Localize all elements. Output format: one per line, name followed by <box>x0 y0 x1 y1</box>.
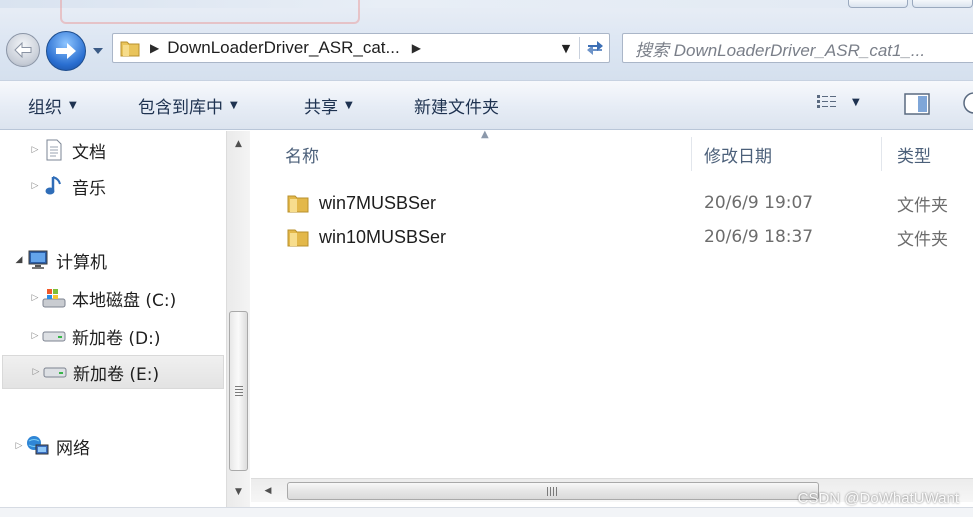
watermark: CSDN @DoWhatUWant <box>797 490 959 507</box>
folder-icon <box>287 229 309 247</box>
refresh-icon <box>587 41 603 55</box>
back-button[interactable] <box>6 33 40 67</box>
network-icon <box>26 435 50 457</box>
tree-item-documents[interactable]: ▷ 文档 <box>28 133 106 167</box>
view-options-button[interactable]: ▼ <box>816 93 860 111</box>
tree-label: 新加卷 (E:) <box>73 364 160 385</box>
new-folder-button[interactable]: 新建文件夹 <box>414 81 499 129</box>
organize-menu[interactable]: 组织 ▼ <box>28 81 77 129</box>
grip-icon <box>235 386 243 396</box>
share-label: 共享 <box>304 97 338 118</box>
column-header-modified[interactable]: 修改日期 <box>704 141 772 167</box>
breadcrumb-path[interactable]: DownLoaderDriver_ASR_cat... <box>167 38 399 58</box>
scroll-down-icon[interactable]: ▼ <box>227 481 250 503</box>
view-options-icon <box>817 95 836 108</box>
expand-arrow-icon[interactable]: ▷ <box>28 293 42 303</box>
tree-item-music[interactable]: ▷ 音乐 <box>28 169 106 203</box>
address-divider <box>579 37 580 59</box>
preview-pane-icon <box>904 93 930 115</box>
table-row[interactable]: win7MUSBSer 20/6/9 19:07 文件夹 <box>251 187 973 219</box>
address-box[interactable]: ▶ DownLoaderDriver_ASR_cat... ▶ ▼ <box>112 33 610 63</box>
file-name: win7MUSBSer <box>319 192 437 213</box>
system-drive-icon <box>42 287 66 309</box>
recent-pages-dropdown[interactable] <box>92 46 104 56</box>
tree-label: 网络 <box>56 438 90 459</box>
column-divider[interactable] <box>881 137 882 171</box>
search-placeholder: 搜索 DownLoaderDriver_ASR_cat1_... <box>635 40 926 60</box>
document-icon <box>42 139 66 161</box>
folder-icon <box>287 195 309 213</box>
help-button[interactable] <box>962 91 973 115</box>
help-icon <box>963 92 973 114</box>
maximize-button[interactable] <box>912 0 973 8</box>
nav-pane-scrollbar[interactable]: ▲ ▼ <box>226 131 250 507</box>
chevron-down-icon: ▼ <box>69 99 77 111</box>
tree-item-drive-e[interactable]: ▷ 新加卷 (E:) <box>2 355 224 389</box>
address-history-dropdown[interactable]: ▼ <box>551 34 581 62</box>
tree-label: 计算机 <box>56 252 107 273</box>
file-type: 文件夹 <box>897 229 948 250</box>
tree-item-drive-c[interactable]: ▷ 本地磁盘 (C:) <box>28 281 176 315</box>
file-name: win10MUSBSer <box>319 226 447 247</box>
column-header-type[interactable]: 类型 <box>897 141 931 167</box>
organize-label: 组织 <box>28 97 62 118</box>
file-modified: 20/6/9 18:37 <box>704 227 814 247</box>
new-folder-label: 新建文件夹 <box>414 97 499 118</box>
column-divider[interactable] <box>691 137 692 171</box>
expand-arrow-icon[interactable]: ▷ <box>28 181 42 191</box>
collapse-arrow-icon[interactable]: ◢ <box>12 255 26 265</box>
back-arrow-icon <box>14 42 32 58</box>
navigation-pane: ▷ 文档 ▷ 音乐 ◢ 计算机 ▷ 本地磁盘 (C:) ▷ 新加卷 (D:) ▷ <box>0 131 250 507</box>
preview-pane-button[interactable] <box>904 93 930 115</box>
chevron-down-icon: ▼ <box>345 99 353 111</box>
refresh-button[interactable] <box>581 34 609 62</box>
file-name-cell: win7MUSBSer <box>251 187 436 219</box>
expand-arrow-icon[interactable]: ▷ <box>28 145 42 155</box>
expand-arrow-icon[interactable]: ▷ <box>12 441 26 451</box>
address-bar-region: ▶ DownLoaderDriver_ASR_cat... ▶ ▼ 搜索 Dow… <box>0 0 973 80</box>
drive-icon <box>43 361 67 383</box>
tree-label: 文档 <box>72 142 106 163</box>
drive-icon <box>42 325 66 347</box>
command-bar: 组织 ▼ 包含到库中 ▼ 共享 ▼ 新建文件夹 ▼ <box>0 80 973 130</box>
tree-label: 音乐 <box>72 178 106 199</box>
window-bottom-edge <box>0 507 973 517</box>
breadcrumb-separator-icon[interactable]: ▶ <box>150 41 159 55</box>
minimize-button[interactable] <box>848 0 908 8</box>
folder-icon <box>120 41 140 57</box>
sort-ascending-icon: ▲ <box>481 129 489 140</box>
share-menu[interactable]: 共享 ▼ <box>304 81 353 129</box>
column-header-name[interactable]: 名称 <box>285 141 319 167</box>
file-list: ▲ 名称 修改日期 类型 win7MUSBSer 20/6/9 19:07 文件… <box>251 129 973 507</box>
chevron-down-icon: ▼ <box>852 96 860 108</box>
scrollbar-thumb[interactable] <box>287 482 819 500</box>
file-name-cell: win10MUSBSer <box>251 221 446 253</box>
table-row[interactable]: win10MUSBSer 20/6/9 18:37 文件夹 <box>251 221 973 253</box>
computer-icon <box>26 249 50 271</box>
expand-arrow-icon[interactable]: ▷ <box>28 331 42 341</box>
breadcrumb-next-icon[interactable]: ▶ <box>412 41 421 55</box>
music-note-icon <box>42 175 66 197</box>
highlight-outline <box>60 0 360 24</box>
scrollbar-thumb[interactable] <box>229 311 248 471</box>
scroll-up-icon[interactable]: ▲ <box>227 133 250 155</box>
expand-arrow-icon[interactable]: ▷ <box>29 367 43 377</box>
tree-item-computer[interactable]: ◢ 计算机 <box>12 243 107 277</box>
chevron-down-icon: ▼ <box>230 99 238 111</box>
include-in-library-menu[interactable]: 包含到库中 ▼ <box>138 81 238 129</box>
tree-label: 新加卷 (D:) <box>72 328 161 349</box>
file-modified: 20/6/9 19:07 <box>704 193 814 213</box>
tree-item-drive-d[interactable]: ▷ 新加卷 (D:) <box>28 319 161 353</box>
file-type: 文件夹 <box>897 195 948 216</box>
forward-arrow-icon <box>56 43 76 59</box>
tree-label: 本地磁盘 (C:) <box>72 290 177 311</box>
scroll-left-icon[interactable]: ◀ <box>257 479 279 502</box>
grip-icon <box>547 487 559 496</box>
tree-item-network[interactable]: ▷ 网络 <box>12 429 90 463</box>
forward-button[interactable] <box>46 31 86 71</box>
include-in-library-label: 包含到库中 <box>138 97 223 118</box>
search-input[interactable]: 搜索 DownLoaderDriver_ASR_cat1_... <box>622 33 973 63</box>
